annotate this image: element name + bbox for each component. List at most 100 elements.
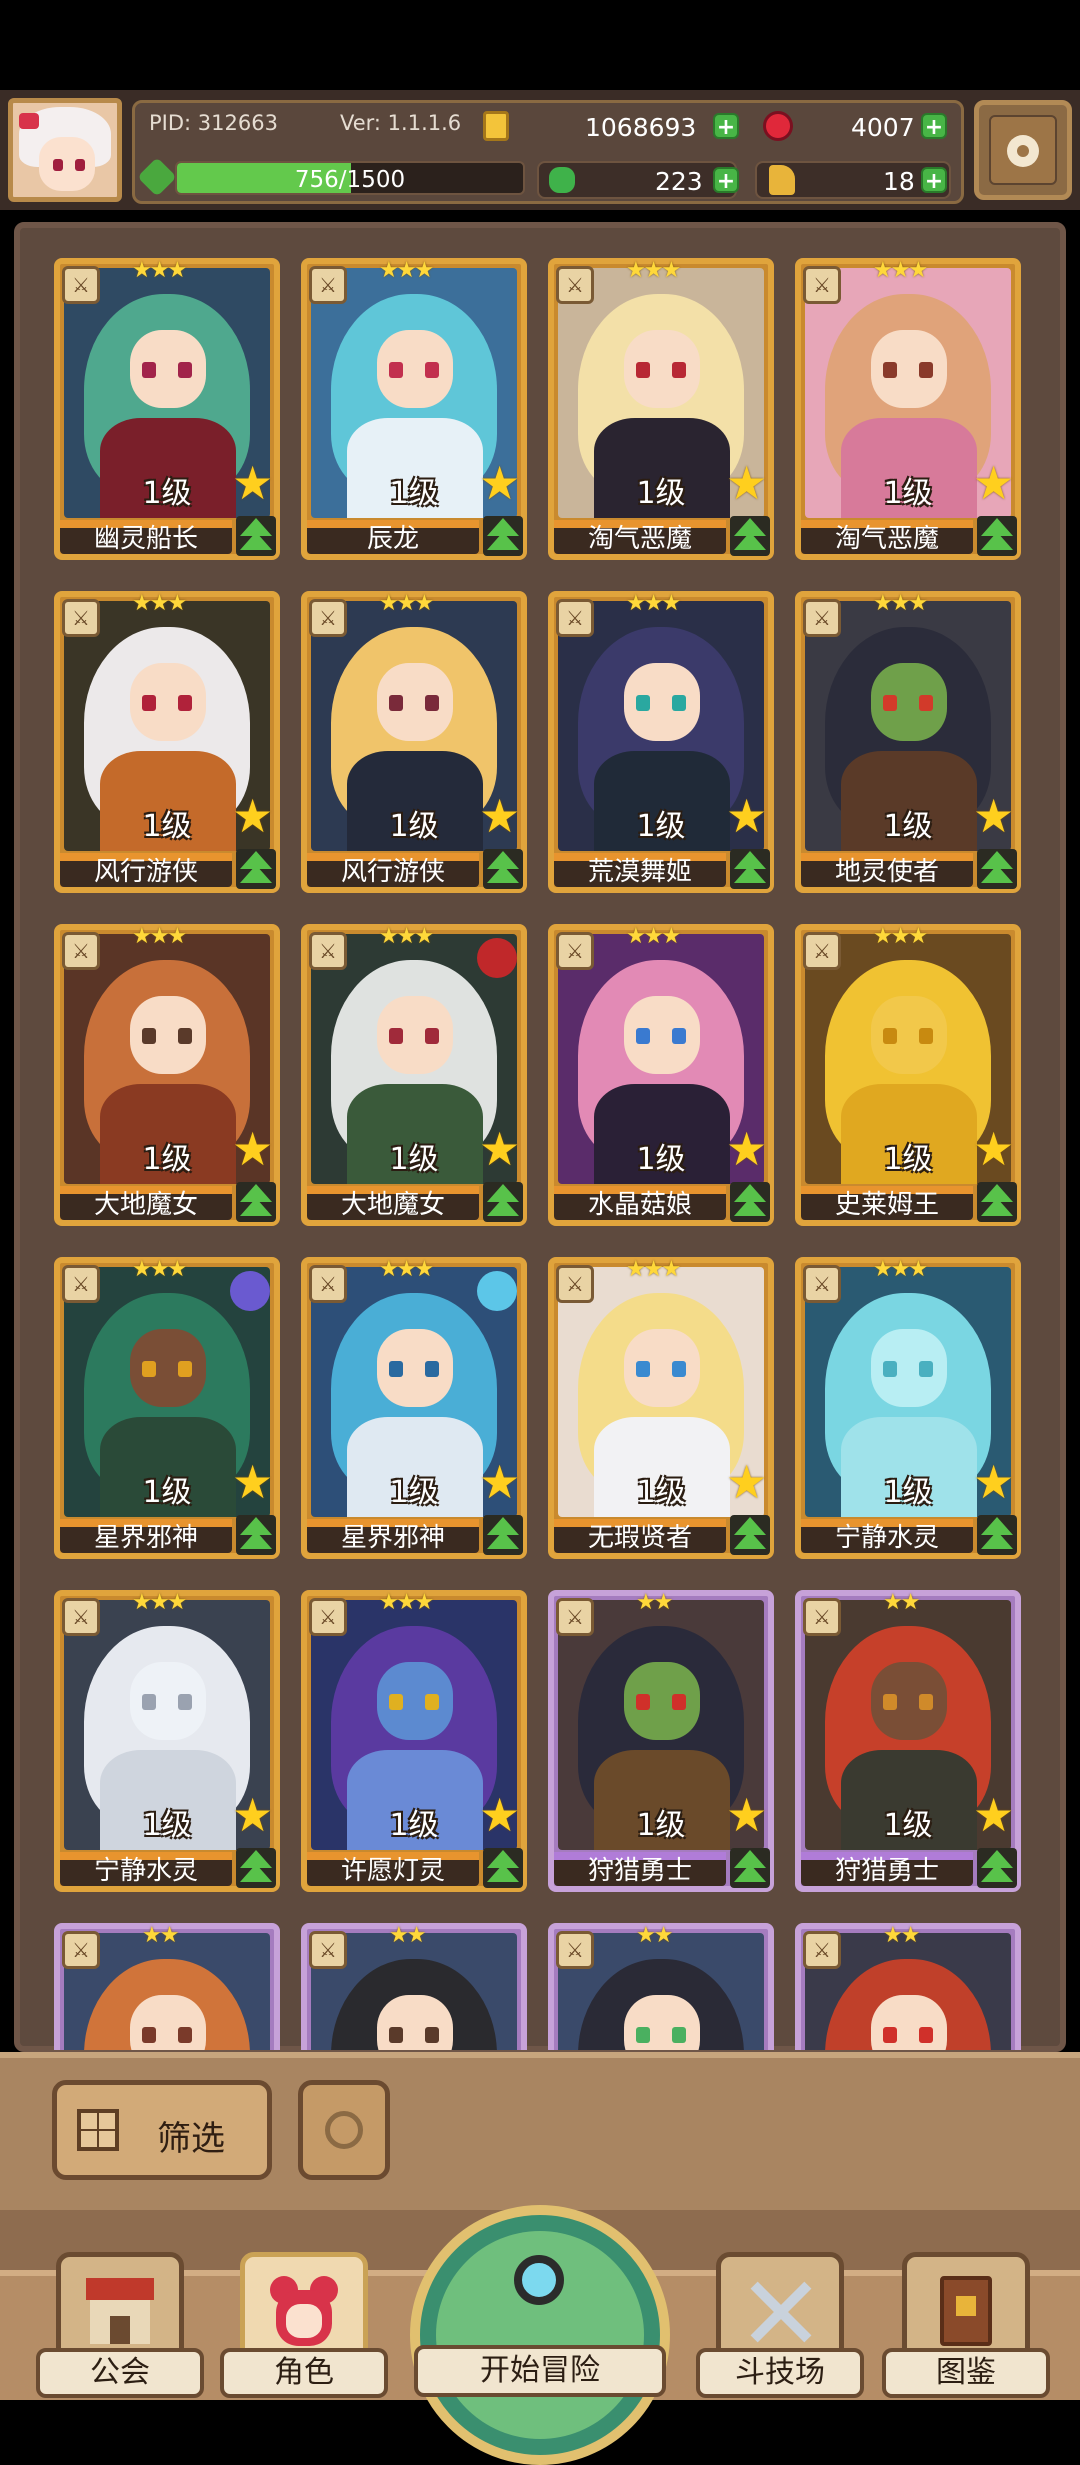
filter-button[interactable]: 筛选 bbox=[52, 2080, 272, 2180]
orb-icon bbox=[477, 938, 517, 978]
character-card[interactable]: ⚔ ★★★ 1级 ★ 淘气恶魔 bbox=[795, 258, 1021, 560]
character-name: 星界邪神 bbox=[93, 1523, 198, 1553]
character-name: 宁静水灵 bbox=[834, 1523, 939, 1553]
character-card[interactable]: ⚔ ★★ 1级 ★ 狩猎勇士 bbox=[795, 1590, 1021, 1892]
xp-text: 756/1500 bbox=[294, 167, 406, 193]
character-name: 风行游侠 bbox=[340, 857, 445, 887]
gear-icon bbox=[1007, 135, 1039, 167]
start-adventure-label: 开始冒险 bbox=[414, 2345, 666, 2397]
class-icon: ⚔ bbox=[309, 266, 347, 304]
character-card[interactable]: ⚔ ★★★ 1级 ★ 许愿灯灵 bbox=[301, 1590, 527, 1892]
clover-icon bbox=[549, 167, 575, 193]
upgrade-arrow-icon bbox=[483, 1182, 523, 1222]
upgrade-arrow-icon bbox=[730, 1182, 770, 1222]
rarity-stars-icon: ★★★ bbox=[379, 924, 434, 949]
character-card[interactable]: ⚔ ★★★ 1级 ★ 淘气恶魔 bbox=[548, 258, 774, 560]
class-icon: ⚔ bbox=[309, 1598, 347, 1636]
refresh-icon bbox=[325, 2111, 363, 2149]
star-icon: ★ bbox=[479, 1788, 521, 1842]
character-card[interactable]: ⚔ ★★★ 1级 ★ 大地魔女 bbox=[54, 924, 280, 1226]
rarity-stars-icon: ★★★ bbox=[132, 258, 187, 283]
version-label: Ver: 1.1.1.6 bbox=[340, 111, 462, 135]
rarity-stars-icon: ★★ bbox=[636, 1923, 673, 1948]
character-card[interactable]: ⚔ ★★★ 1级 ★ 星界邪神 bbox=[301, 1257, 527, 1559]
rarity-stars-icon: ★★★ bbox=[132, 1257, 187, 1282]
horn-icon bbox=[769, 165, 795, 195]
class-icon: ⚔ bbox=[62, 932, 100, 970]
guild-hall-icon bbox=[80, 2270, 160, 2350]
character-card[interactable]: ⚔ ★★★ 1级 ★ 史莱姆王 bbox=[795, 924, 1021, 1226]
orb-icon bbox=[477, 1271, 517, 1311]
class-icon: ⚔ bbox=[556, 932, 594, 970]
player-avatar[interactable] bbox=[8, 98, 122, 202]
add-gems-button[interactable]: + bbox=[921, 113, 947, 140]
character-card[interactable]: ⚔ ★★ bbox=[301, 1923, 527, 2050]
character-card[interactable]: ⚔ ★★ bbox=[795, 1923, 1021, 2050]
upgrade-arrow-icon bbox=[236, 1515, 276, 1555]
add-horn-button[interactable]: + bbox=[921, 167, 947, 194]
nav-guild-label: 公会 bbox=[36, 2348, 204, 2398]
class-icon: ⚔ bbox=[309, 932, 347, 970]
rarity-stars-icon: ★★ bbox=[883, 1590, 920, 1615]
class-icon: ⚔ bbox=[62, 1931, 100, 1969]
character-card[interactable]: ⚔ ★★★ 1级 ★ 星界邪神 bbox=[54, 1257, 280, 1559]
rarity-stars-icon: ★★★ bbox=[379, 258, 434, 283]
rarity-stars-icon: ★★★ bbox=[379, 591, 434, 616]
character-card[interactable]: ⚔ ★★★ 1级 ★ 风行游侠 bbox=[301, 591, 527, 893]
settings-button[interactable] bbox=[974, 100, 1072, 200]
status-bar bbox=[0, 0, 1080, 90]
start-adventure-button[interactable]: 开始冒险 bbox=[410, 2205, 670, 2465]
character-card[interactable]: ⚔ ★★★ 1级 ★ 大地魔女 bbox=[301, 924, 527, 1226]
rarity-stars-icon: ★★ bbox=[389, 1923, 426, 1948]
magnifier-icon bbox=[514, 2255, 564, 2305]
rarity-stars-icon: ★★★ bbox=[132, 591, 187, 616]
pid-label: PID: 312663 bbox=[149, 111, 278, 135]
class-icon: ⚔ bbox=[309, 599, 347, 637]
character-card[interactable]: ⚔ ★★★ 1级 ★ 地灵使者 bbox=[795, 591, 1021, 893]
filter-label: 筛选 bbox=[157, 2119, 225, 2159]
add-gold-button[interactable]: + bbox=[713, 113, 739, 140]
xp-progress-bar: 756/1500 bbox=[175, 161, 525, 195]
character-name: 淘气恶魔 bbox=[834, 524, 939, 554]
character-name: 无瑕贤者 bbox=[587, 1523, 692, 1553]
character-card[interactable]: ⚔ ★★★ 1级 ★ 水晶菇娘 bbox=[548, 924, 774, 1226]
star-icon: ★ bbox=[479, 789, 521, 843]
character-card[interactable]: ⚔ ★★★ 1级 ★ 无瑕贤者 bbox=[548, 1257, 774, 1559]
gold-amount: 1068693 bbox=[585, 113, 697, 142]
star-icon: ★ bbox=[479, 456, 521, 510]
upgrade-arrow-icon bbox=[730, 1848, 770, 1888]
character-card[interactable]: ⚔ ★★★ 1级 ★ 宁静水灵 bbox=[795, 1257, 1021, 1559]
add-clover-button[interactable]: + bbox=[713, 167, 739, 194]
upgrade-arrow-icon bbox=[236, 1182, 276, 1222]
rarity-stars-icon: ★★ bbox=[636, 1590, 673, 1615]
rarity-stars-icon: ★★★ bbox=[626, 591, 681, 616]
upgrade-arrow-icon bbox=[977, 516, 1017, 556]
character-card[interactable]: ⚔ ★★ bbox=[54, 1923, 280, 2050]
class-icon: ⚔ bbox=[803, 1598, 841, 1636]
rarity-stars-icon: ★★★ bbox=[379, 1257, 434, 1282]
upgrade-arrow-icon bbox=[730, 516, 770, 556]
orb-icon bbox=[230, 1271, 270, 1311]
character-card[interactable]: ⚔ ★★ 1级 ★ 狩猎勇士 bbox=[548, 1590, 774, 1892]
upgrade-arrow-icon bbox=[977, 1182, 1017, 1222]
horn-amount: 18 bbox=[883, 167, 915, 196]
class-icon: ⚔ bbox=[62, 1598, 100, 1636]
character-card[interactable]: ⚔ ★★★ 1级 ★ 风行游侠 bbox=[54, 591, 280, 893]
character-card[interactable]: ⚔ ★★★ 1级 ★ 幽灵船长 bbox=[54, 258, 280, 560]
refresh-button[interactable] bbox=[298, 2080, 390, 2180]
upgrade-arrow-icon bbox=[483, 1848, 523, 1888]
nav-arena-label: 斗技场 bbox=[696, 2348, 864, 2398]
character-card[interactable]: ⚔ ★★ bbox=[548, 1923, 774, 2050]
class-icon: ⚔ bbox=[62, 266, 100, 304]
character-name: 狩猎勇士 bbox=[834, 1856, 939, 1886]
clover-amount: 223 bbox=[655, 167, 703, 196]
nav-codex-label: 图鉴 bbox=[882, 2348, 1050, 2398]
player-info-panel: PID: 312663 Ver: 1.1.1.6 1068693 + 4007 … bbox=[132, 100, 964, 204]
star-icon: ★ bbox=[726, 1788, 768, 1842]
character-name: 大地魔女 bbox=[93, 1190, 198, 1220]
character-name: 辰龙 bbox=[366, 524, 419, 554]
character-card[interactable]: ⚔ ★★★ 1级 ★ 宁静水灵 bbox=[54, 1590, 280, 1892]
character-card[interactable]: ⚔ ★★★ 1级 ★ 荒漠舞姬 bbox=[548, 591, 774, 893]
character-card[interactable]: ⚔ ★★★ 1级 ★ 辰龙 bbox=[301, 258, 527, 560]
star-icon: ★ bbox=[726, 1122, 768, 1176]
